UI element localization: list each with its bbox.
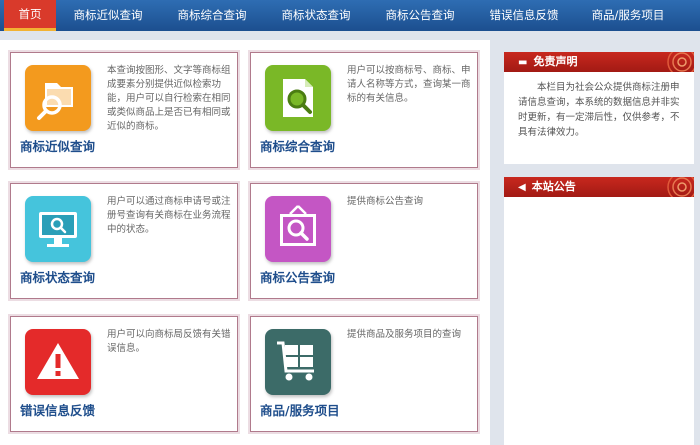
decoration-swirl [667, 52, 694, 72]
tile-description: 用户可以按商标号、商标、申请人名称等方式，查询某一商标的有关信息。 [347, 65, 471, 104]
cart-icon [265, 329, 331, 395]
main-panel: 商标近似查询 本查询按图形、文字等商标组成要素分别提供近似检索功能，用户可以自行… [0, 40, 490, 445]
document-search-icon [265, 65, 331, 131]
board-search-icon [265, 196, 331, 262]
notice-box: ◀ 本站公告 [504, 177, 694, 445]
nav-item-similar-search[interactable]: 商标近似查询 [56, 0, 160, 31]
nav-item-comprehensive-search[interactable]: 商标综合查询 [160, 0, 264, 31]
tile-title: 错误信息反馈 [20, 403, 96, 418]
nav-item-status-search[interactable]: 商标状态查询 [264, 0, 368, 31]
disclaimer-title: 免责声明 [533, 55, 578, 68]
speaker-icon: ◀ [518, 182, 526, 193]
notice-header: ◀ 本站公告 [504, 177, 694, 197]
tile-error-feedback[interactable]: 错误信息反馈 用户可以向商标局反馈有关错误信息。 [10, 316, 238, 432]
nav-item-announcement-search[interactable]: 商标公告查询 [368, 0, 472, 31]
notice-title: 本站公告 [531, 180, 576, 193]
warning-icon [25, 329, 91, 395]
tile-similar-search[interactable]: 商标近似查询 本查询按图形、文字等商标组成要素分别提供近似检索功能，用户可以自行… [10, 52, 238, 168]
disclaimer-header: ▬ 免责声明 [504, 52, 694, 72]
nav-item-home[interactable]: 首页 [4, 0, 56, 31]
tile-goods-services[interactable]: 商品/服务项目 提供商品及服务项目的查询 [250, 316, 478, 432]
tile-description: 用户可以通过商标申请号或注册号查询有关商标在业务流程中的状态。 [107, 196, 231, 235]
disclaimer-text: 本栏目为社会公众提供商标注册申请信息查询，本系统的数据信息并非实时更新，有一定滞… [518, 82, 680, 138]
decoration-swirl [667, 177, 694, 197]
tile-title: 商标近似查询 [20, 139, 96, 154]
tile-description: 提供商标公告查询 [347, 196, 424, 207]
tile-title: 商品/服务项目 [260, 403, 340, 418]
tile-description: 本查询按图形、文字等商标组成要素分别提供近似检索功能，用户可以自行检索在相同或类… [107, 65, 231, 132]
top-nav: 首页 商标近似查询 商标综合查询 商标状态查询 商标公告查询 错误信息反馈 商品… [0, 0, 700, 31]
tile-description: 用户可以向商标局反馈有关错误信息。 [107, 329, 231, 354]
comment-icon: ▬ [518, 57, 528, 68]
disclaimer-box: ▬ 免责声明 本栏目为社会公众提供商标注册申请信息查询，本系统的数据信息并非实时更… [504, 52, 694, 164]
tile-comprehensive-search[interactable]: 商标综合查询 用户可以按商标号、商标、申请人名称等方式，查询某一商标的有关信息。 [250, 52, 478, 168]
tile-title: 商标公告查询 [260, 270, 336, 285]
nav-item-goods-services[interactable]: 商品/服务项目 [576, 0, 680, 31]
tile-announcement-search[interactable]: 商标公告查询 提供商标公告查询 [250, 183, 478, 299]
folder-search-icon [25, 65, 91, 131]
monitor-search-icon [25, 196, 91, 262]
tile-title: 商标综合查询 [260, 139, 336, 154]
tile-title: 商标状态查询 [20, 270, 96, 285]
tile-description: 提供商品及服务项目的查询 [347, 329, 462, 340]
nav-item-error-feedback[interactable]: 错误信息反馈 [472, 0, 576, 31]
tile-status-search[interactable]: 商标状态查询 用户可以通过商标申请号或注册号查询有关商标在业务流程中的状态。 [10, 183, 238, 299]
